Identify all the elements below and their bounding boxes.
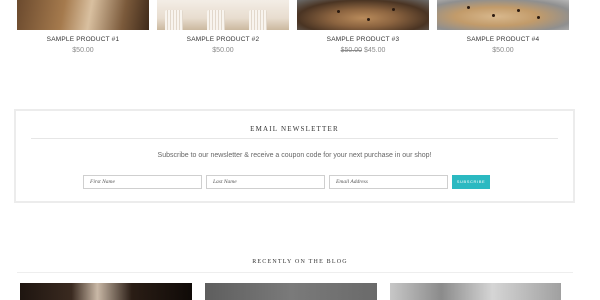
last-name-field[interactable]: Last Name xyxy=(206,175,325,189)
product-image[interactable] xyxy=(437,0,569,30)
email-field[interactable]: Email Address xyxy=(329,175,448,189)
chocolate-chip xyxy=(467,6,470,9)
divider xyxy=(31,138,558,139)
product-image[interactable] xyxy=(297,0,429,30)
cupcake-liner xyxy=(165,10,183,30)
divider xyxy=(17,272,573,273)
product-price-current: $50.00 xyxy=(492,47,514,54)
product-image[interactable] xyxy=(157,0,289,30)
chocolate-chip xyxy=(392,8,395,11)
chocolate-chip xyxy=(537,16,540,19)
blog-section-title: RECENTLY ON THE BLOG xyxy=(252,259,348,265)
newsletter-description: Subscribe to our newsletter & receive a … xyxy=(157,152,432,159)
product-name[interactable]: SAMPLE PRODUCT #3 xyxy=(297,36,429,43)
product-price: $50.00 $45.00 xyxy=(297,47,429,54)
product-price-old: $50.00 xyxy=(340,47,362,54)
chocolate-chip xyxy=(517,9,520,12)
chocolate-chip xyxy=(367,18,370,21)
blog-post-image[interactable] xyxy=(390,283,561,300)
product-price: $50.00 xyxy=(437,47,569,54)
product-price-current: $50.00 xyxy=(212,47,234,54)
product-price-current: $45.00 xyxy=(364,47,386,54)
first-name-field[interactable]: First Name xyxy=(83,175,202,189)
product-image[interactable] xyxy=(17,0,149,30)
chocolate-chip xyxy=(492,14,495,17)
product-name[interactable]: SAMPLE PRODUCT #4 xyxy=(437,36,569,43)
cupcake-liner xyxy=(207,10,225,30)
cupcake-liner xyxy=(249,10,267,30)
product-name[interactable]: SAMPLE PRODUCT #2 xyxy=(157,36,289,43)
product-name[interactable]: SAMPLE PRODUCT #1 xyxy=(17,36,149,43)
product-price: $50.00 xyxy=(17,47,149,54)
product-price: $50.00 xyxy=(157,47,289,54)
blog-post-image[interactable] xyxy=(20,283,192,300)
chocolate-chip xyxy=(337,10,340,13)
newsletter-title: EMAIL NEWSLETTER xyxy=(250,125,339,133)
newsletter-section: EMAIL NEWSLETTER Subscribe to our newsle… xyxy=(14,109,575,203)
blog-post-image[interactable] xyxy=(205,283,377,300)
product-price-current: $50.00 xyxy=(72,47,94,54)
subscribe-button[interactable]: SUBSCRIBE xyxy=(452,175,490,189)
